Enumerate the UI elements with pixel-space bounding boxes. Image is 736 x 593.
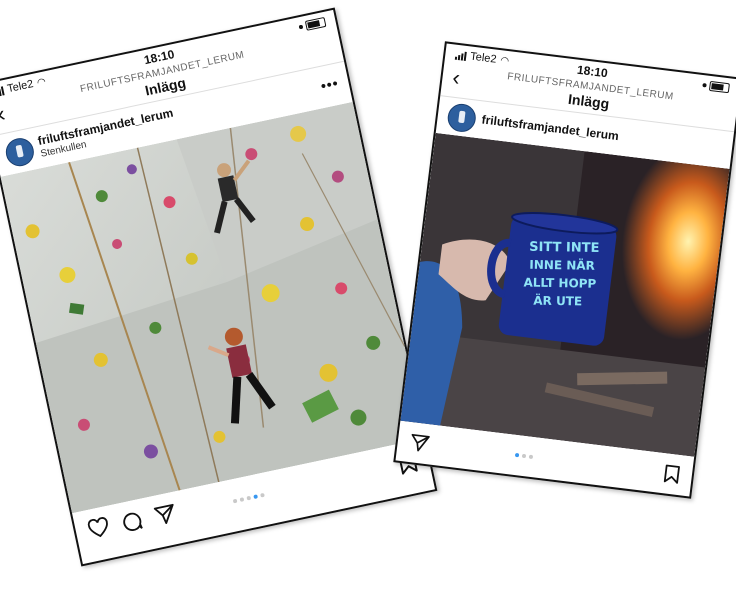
send-icon[interactable] [152,502,179,533]
bookmark-icon[interactable] [662,463,681,490]
carousel-dot-active [253,494,259,500]
carousel-dot [239,497,245,502]
post-photo-mug[interactable]: SITT INTE INNE NÄR ALLT HOPP ÄR UTE [400,132,730,457]
mug-text-line: INNE NÄR [529,257,595,273]
mug-text-line: ÄR UTE [533,293,582,309]
mug-by-fire-image: SITT INTE INNE NÄR ALLT HOPP ÄR UTE [400,132,730,457]
left-phone-screenshot: Tele2 ◠ 18:10 ‹ FRILUFTSFRAMJANDET_LERUM… [0,7,438,567]
right-phone-screenshot: Tele2 ◠ 18:10 ‹ FRILUFTSFRAMJANDET_LERUM… [393,41,736,499]
carousel-dot [521,453,527,459]
avatar[interactable] [446,102,478,134]
carousel-dot [260,492,265,498]
comment-icon[interactable] [119,509,146,540]
send-icon[interactable] [408,432,431,459]
climbing-wall-image [0,101,425,514]
carousel-indicator [514,452,534,460]
indicator-dot-icon [298,24,304,30]
mug-text-line: ALLT HOPP [523,276,596,291]
carousel-indicator [232,492,265,504]
heart-icon[interactable] [86,516,113,545]
avatar[interactable] [3,135,37,169]
mug-text-line: SITT INTE [529,240,599,256]
username-link[interactable]: friluftsframjandet_lerum [481,112,620,143]
carousel-dot [528,454,534,460]
carousel-dot-active [514,452,520,458]
post-photo-climbing[interactable] [0,101,425,514]
more-icon[interactable]: ••• [319,75,340,94]
carousel-dot [232,498,238,504]
carousel-dot [246,495,252,501]
indicator-dot-icon [702,83,707,88]
